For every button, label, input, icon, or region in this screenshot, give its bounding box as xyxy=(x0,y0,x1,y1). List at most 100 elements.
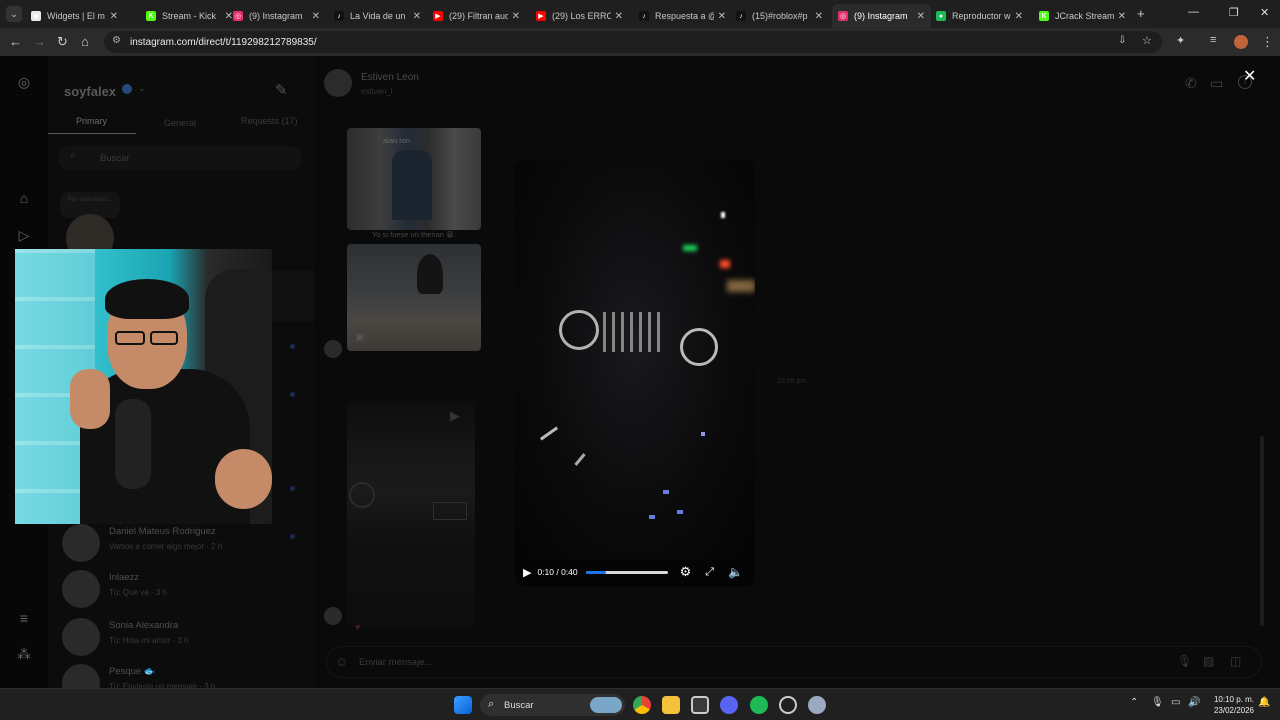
account-switch-chevron-icon[interactable]: ⌄ xyxy=(138,83,146,94)
meta-apps-icon[interactable]: ⁂ xyxy=(15,646,33,664)
tab-primary[interactable]: Primary xyxy=(76,116,107,126)
tab-close-icon[interactable]: ✕ xyxy=(512,11,520,22)
close-window-icon[interactable]: ✕ xyxy=(1260,6,1269,19)
conversation-row[interactable]: Pesque 🐟 Tú: Enviaste un mensaje · 3 h xyxy=(62,660,312,688)
browser-tab[interactable]: ♪ (15)#roblox#p ✕ xyxy=(730,4,829,28)
file-explorer-icon[interactable] xyxy=(662,696,680,714)
image-upload-icon[interactable]: ▨ xyxy=(1203,654,1214,668)
windows-start-icon[interactable] xyxy=(454,696,472,714)
sticker-icon[interactable]: ◫ xyxy=(1230,654,1241,668)
conversation-row[interactable]: Inlaezz Tú: Que va · 3 h xyxy=(62,566,312,612)
tab-close-icon[interactable]: ✕ xyxy=(815,11,823,22)
search-highlight-icon xyxy=(590,697,622,713)
conversation-row[interactable]: Sonia Alexandra Tú: Hola mi amor · 3 h xyxy=(62,614,312,660)
instagram-logo-icon[interactable]: ◎ xyxy=(15,74,33,92)
tab-favicon-icon: ◎ xyxy=(233,11,243,21)
blue-light-dot xyxy=(663,490,669,494)
address-bar[interactable]: ⚙ instagram.com/direct/t/119298212789835… xyxy=(104,31,1162,53)
home-nav-icon[interactable]: ⌂ xyxy=(15,190,33,208)
browser-tab[interactable]: ◎ (9) Instagram ✕ xyxy=(832,4,931,28)
media-control-icon[interactable]: ≡ xyxy=(1210,34,1216,46)
shared-reel-thumbnail[interactable]: alan ron xyxy=(347,128,481,230)
close-modal-icon[interactable]: ✕ xyxy=(1243,66,1256,86)
install-app-icon[interactable]: ⇩ xyxy=(1118,35,1126,46)
microphone-icon[interactable]: 🎙 xyxy=(1177,654,1192,668)
contact-avatar[interactable] xyxy=(324,69,352,97)
tab-close-icon[interactable]: ✕ xyxy=(718,11,726,22)
minimize-icon[interactable]: — xyxy=(1188,6,1199,18)
network-icon[interactable]: ▭ xyxy=(1171,697,1180,708)
browser-tab[interactable]: ▶ (29) Filtran aud ✕ xyxy=(427,4,526,28)
browser-tab[interactable]: ♪ Respuesta a @ ✕ xyxy=(633,4,732,28)
tab-close-icon[interactable]: ✕ xyxy=(615,11,623,22)
site-info-icon[interactable]: ⚙ xyxy=(112,35,121,46)
tab-close-icon[interactable]: ✕ xyxy=(312,11,320,22)
browser-toolbar: ← → ↻ ⌂ ⚙ instagram.com/direct/t/1192982… xyxy=(0,28,1280,56)
profile-avatar[interactable] xyxy=(1234,35,1248,49)
chrome-app-icon[interactable] xyxy=(633,696,651,714)
extensions-icon[interactable]: ✦ xyxy=(1176,34,1185,47)
new-tab-button[interactable]: + xyxy=(1137,6,1145,21)
voice-call-icon[interactable]: ✆ xyxy=(1185,75,1197,92)
play-icon[interactable]: ▶ xyxy=(523,566,531,579)
browser-tab[interactable]: ● Reproductor w ✕ xyxy=(930,4,1029,28)
browser-tab[interactable]: K Stream - Kick ✕ xyxy=(140,4,239,28)
tab-close-icon[interactable]: ✕ xyxy=(1118,11,1126,22)
spotify-app-icon[interactable] xyxy=(750,696,768,714)
tab-close-icon[interactable]: ✕ xyxy=(917,11,925,22)
conversation-avatar xyxy=(62,664,100,688)
fullscreen-icon[interactable]: ⤢ xyxy=(705,566,714,579)
reel-caption: Yo si fuese un therian 😁: xyxy=(372,230,456,239)
bookmark-star-icon[interactable]: ☆ xyxy=(1142,34,1152,47)
browser-tab[interactable]: K JCrack Stream ✕ xyxy=(1033,4,1132,28)
store-app-icon[interactable] xyxy=(691,696,709,714)
glasses-left xyxy=(115,331,145,345)
tab-general[interactable]: General xyxy=(164,118,196,128)
tab-close-icon[interactable]: ✕ xyxy=(1015,11,1023,22)
tab-search-icon[interactable]: ⌄ xyxy=(6,6,22,22)
home-icon[interactable]: ⌂ xyxy=(81,34,89,49)
shared-reel-thumbnail[interactable]: ▣ xyxy=(347,244,481,351)
new-message-icon[interactable]: ✎ xyxy=(275,81,288,99)
video-progress-bar[interactable] xyxy=(585,570,668,574)
volume-icon[interactable]: 🔈 xyxy=(728,565,743,579)
browser-tab[interactable]: ◆ Widgets | El m ✕ xyxy=(25,4,124,28)
microphone-tray-icon[interactable]: 🎙 xyxy=(1151,697,1164,708)
emoji-icon[interactable]: ☺ xyxy=(335,654,348,669)
tab-close-icon[interactable]: ✕ xyxy=(110,11,118,22)
conversation-row[interactable]: Daniel Mateus Rodriguez Vamos a comer alg… xyxy=(62,520,312,566)
red-light-glow xyxy=(720,260,730,268)
obs-app-icon[interactable] xyxy=(779,696,797,714)
restore-icon[interactable]: ❐ xyxy=(1229,6,1239,19)
volume-tray-icon[interactable]: 🔊 xyxy=(1188,697,1200,708)
reload-icon[interactable]: ↻ xyxy=(57,34,68,50)
menu-icon[interactable]: ⋮ xyxy=(1261,34,1274,50)
url-text: instagram.com/direct/t/119298212789835/ xyxy=(130,36,317,48)
reels-nav-icon[interactable]: ▷ xyxy=(15,227,33,245)
show-hidden-icons-chevron-icon[interactable]: ⌃ xyxy=(1130,697,1138,708)
tab-requests[interactable]: Requests (17) xyxy=(241,116,298,126)
discord-app-icon[interactable] xyxy=(720,696,738,714)
dm-search-input[interactable]: ⌕ Buscar xyxy=(58,146,301,170)
account-username[interactable]: soyfalex xyxy=(64,84,116,99)
forward-icon[interactable]: → xyxy=(33,34,46,49)
message-composer[interactable]: ☺ Enviar mensaje... 🎙 ▨ ◫ xyxy=(326,646,1262,678)
contact-name[interactable]: Estiven Leon xyxy=(361,72,419,83)
settings-app-icon[interactable] xyxy=(808,696,826,714)
browser-tab[interactable]: ▶ (29) Los ERRO ✕ xyxy=(530,4,629,28)
taskbar-clock[interactable]: 10:10 p. m. 23/02/2026 xyxy=(1206,694,1254,716)
notification-bell-icon[interactable]: 🔔 xyxy=(1258,697,1270,708)
shared-video-thumbnail[interactable]: ▶ xyxy=(347,402,475,627)
video-call-icon[interactable]: ▭ xyxy=(1210,75,1223,92)
browser-tab[interactable]: ◎ (9) Instagram ✕ xyxy=(227,4,326,28)
back-icon[interactable]: ← xyxy=(9,34,22,49)
settings-gear-icon[interactable]: ⚙ xyxy=(680,564,692,580)
gauge-shape xyxy=(349,482,375,508)
tab-title: (29) Los ERRO xyxy=(552,11,611,21)
tab-close-icon[interactable]: ✕ xyxy=(413,11,421,22)
video-player[interactable]: ▶ 0:10 / 0:40 ⚙ ⤢ 🔈 xyxy=(515,160,755,587)
taskbar-search[interactable]: ⌕ Buscar xyxy=(480,694,625,716)
more-menu-icon[interactable]: ≡ xyxy=(15,610,33,628)
browser-tab[interactable]: ♪ La Vida de un ✕ xyxy=(328,4,427,28)
chat-scrollbar[interactable] xyxy=(1260,436,1264,626)
